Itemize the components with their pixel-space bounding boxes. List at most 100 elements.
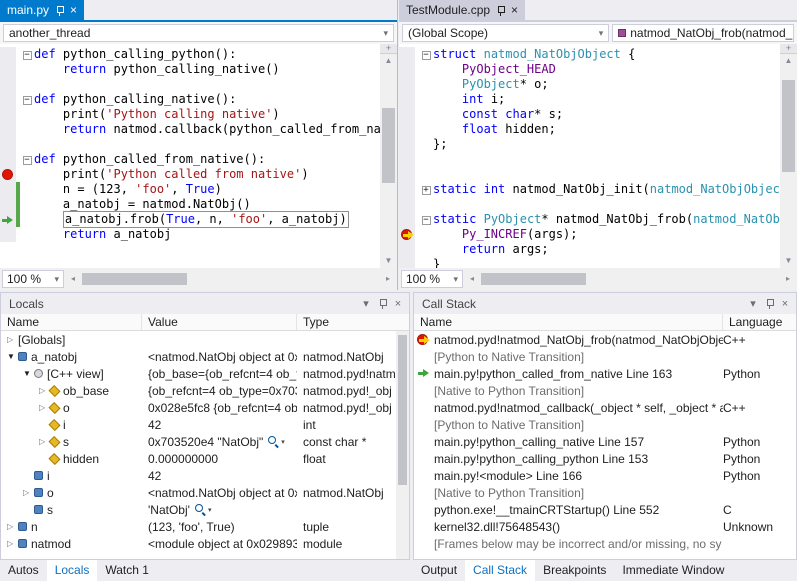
expander-icon[interactable]: ▷ xyxy=(23,488,34,497)
tab-breakpoints[interactable]: Breakpoints xyxy=(535,560,614,581)
horizontal-scrollbar[interactable]: ◂ ▸ xyxy=(465,270,795,288)
code-fold-icon[interactable]: + xyxy=(422,186,431,195)
scrollbar-thumb[interactable] xyxy=(481,273,586,285)
indicator-margin[interactable] xyxy=(399,47,415,62)
expander-icon[interactable]: ▷ xyxy=(7,335,18,344)
locals-panel-titlebar[interactable]: Locals ▾ × xyxy=(1,293,409,314)
locals-row[interactable]: ▷s0x703520e4 "NatObj"▾const char * xyxy=(1,433,409,450)
tab-watch-1[interactable]: Watch 1 xyxy=(97,560,157,581)
callstack-row[interactable]: natmod.pyd!natmod_callback(_object * sel… xyxy=(414,399,796,416)
locals-row[interactable]: ▷o<natmod.NatObj object at 0xnatmod.NatO… xyxy=(1,484,409,501)
scroll-down-icon[interactable]: ▼ xyxy=(780,254,797,268)
tab-autos[interactable]: Autos xyxy=(0,560,47,581)
code-fold-icon[interactable]: − xyxy=(23,51,32,60)
indicator-margin[interactable] xyxy=(0,47,16,62)
scroll-right-icon[interactable]: ▸ xyxy=(381,270,395,288)
scope-dropdown[interactable]: (Global Scope) ▾ xyxy=(402,24,609,42)
callstack-row[interactable]: python.exe!__tmainCRTStartup() Line 552C xyxy=(414,501,796,518)
locals-row[interactable]: ▼[C++ view]{ob_base={ob_refcnt=4 ob_tyna… xyxy=(1,365,409,382)
scroll-left-icon[interactable]: ◂ xyxy=(465,270,479,288)
callstack-row[interactable]: kernel32.dll!75648543()Unknown xyxy=(414,518,796,535)
locals-row[interactable]: ▷o0x028e5fc8 {ob_refcnt=4 ob_natmod.pyd!… xyxy=(1,399,409,416)
callstack-row[interactable]: main.py!<module> Line 166Python xyxy=(414,467,796,484)
indicator-margin[interactable] xyxy=(399,62,415,77)
callstack-row[interactable]: main.py!python_calling_native Line 157Py… xyxy=(414,433,796,450)
callstack-row[interactable]: [Frames below may be incorrect and/or mi… xyxy=(414,535,796,552)
pin-icon[interactable] xyxy=(55,5,64,16)
scrollbar-thumb[interactable] xyxy=(782,80,795,172)
visualizer-dropdown-icon[interactable]: ▾ xyxy=(208,506,212,514)
locals-row[interactable]: ▷natmod<module object at 0x029893fmodule xyxy=(1,535,409,552)
vertical-scrollbar-right[interactable]: + ▲ ▼ xyxy=(780,44,797,268)
indicator-margin[interactable] xyxy=(399,227,415,242)
code-fold-icon[interactable]: − xyxy=(23,96,32,105)
locals-row[interactable]: ▷[Globals] xyxy=(1,331,409,348)
pin-icon[interactable] xyxy=(761,296,777,312)
expander-icon[interactable]: ▼ xyxy=(7,352,18,361)
scroll-right-icon[interactable]: ▸ xyxy=(781,270,795,288)
pin-icon[interactable] xyxy=(374,296,390,312)
pin-icon[interactable] xyxy=(496,5,505,16)
indicator-margin[interactable] xyxy=(0,182,16,197)
close-icon[interactable]: × xyxy=(777,296,793,312)
window-position-icon[interactable]: ▾ xyxy=(745,296,761,312)
callstack-row[interactable]: main.py!python_calling_python Line 153Py… xyxy=(414,450,796,467)
callstack-row[interactable]: [Python to Native Transition] xyxy=(414,416,796,433)
callstack-row[interactable]: [Native to Python Transition] xyxy=(414,382,796,399)
tab-locals[interactable]: Locals xyxy=(47,560,98,581)
scroll-up-icon[interactable]: ▲ xyxy=(780,54,797,68)
expander-icon[interactable]: ▷ xyxy=(7,539,18,548)
indicator-margin[interactable] xyxy=(0,77,16,92)
locals-row[interactable]: i42 xyxy=(1,467,409,484)
indicator-margin[interactable] xyxy=(0,137,16,152)
indicator-margin[interactable] xyxy=(399,212,415,227)
scrollbar-thumb[interactable] xyxy=(382,108,395,183)
tab-main-py[interactable]: main.py × xyxy=(0,0,84,20)
scroll-left-icon[interactable]: ◂ xyxy=(66,270,80,288)
scrollbar-thumb[interactable] xyxy=(82,273,187,285)
code-fold-icon[interactable]: − xyxy=(422,51,431,60)
indicator-margin[interactable] xyxy=(0,107,16,122)
splitter-handle-icon[interactable]: + xyxy=(380,44,397,54)
tab-immediate-window[interactable]: Immediate Window xyxy=(614,560,732,581)
close-icon[interactable]: × xyxy=(70,4,77,16)
indicator-margin[interactable] xyxy=(399,197,415,212)
tab-output[interactable]: Output xyxy=(413,560,465,581)
scrollbar-thumb[interactable] xyxy=(398,335,407,485)
scrollbar-track[interactable] xyxy=(380,68,397,254)
magnifier-icon[interactable] xyxy=(195,504,206,515)
callstack-panel-titlebar[interactable]: Call Stack ▾ × xyxy=(414,293,796,314)
visualizer-dropdown-icon[interactable]: ▾ xyxy=(281,438,285,446)
callstack-row[interactable]: [Python to Native Transition] xyxy=(414,348,796,365)
indicator-margin[interactable] xyxy=(399,122,415,137)
indicator-margin[interactable] xyxy=(0,227,16,242)
vertical-scrollbar-left[interactable]: + ▲ ▼ xyxy=(380,44,397,268)
scroll-down-icon[interactable]: ▼ xyxy=(380,254,397,268)
locals-row[interactable]: s'NatObj'▾ xyxy=(1,501,409,518)
code-editor-testmodule-cpp[interactable]: −struct natmod_NatObjObject { PyObject_H… xyxy=(399,44,780,268)
scroll-up-icon[interactable]: ▲ xyxy=(380,54,397,68)
breakpoint-icon[interactable] xyxy=(2,169,13,180)
indicator-margin[interactable] xyxy=(0,167,16,182)
locals-row[interactable]: ▷ob_base{ob_refcnt=4 ob_type=0x703natmod… xyxy=(1,382,409,399)
close-icon[interactable]: × xyxy=(390,296,406,312)
code-editor-main-py[interactable]: −def python_calling_python(): return pyt… xyxy=(0,44,380,268)
indicator-margin[interactable] xyxy=(399,182,415,197)
indicator-margin[interactable] xyxy=(0,197,16,212)
member-dropdown[interactable]: natmod_NatObj_frob(natmod_ ▾ xyxy=(612,24,794,42)
locals-row[interactable]: ▼a_natobj<natmod.NatObj object at 0xnatm… xyxy=(1,348,409,365)
callstack-row[interactable]: natmod.pyd!natmod_NatObj_frob(natmod_Nat… xyxy=(414,331,796,348)
indicator-margin[interactable] xyxy=(0,212,16,227)
expander-icon[interactable]: ▼ xyxy=(23,369,34,378)
scrollbar-track[interactable] xyxy=(780,68,797,254)
close-icon[interactable]: × xyxy=(511,4,518,16)
indicator-margin[interactable] xyxy=(399,257,415,268)
locals-row[interactable]: i42int xyxy=(1,416,409,433)
indicator-margin[interactable] xyxy=(399,152,415,167)
callstack-row[interactable]: main.py!python_called_from_native Line 1… xyxy=(414,365,796,382)
splitter-handle-icon[interactable]: + xyxy=(780,44,797,54)
locals-row[interactable]: ▷n(123, 'foo', True)tuple xyxy=(1,518,409,535)
indicator-margin[interactable] xyxy=(399,92,415,107)
indicator-margin[interactable] xyxy=(399,77,415,92)
zoom-dropdown[interactable]: 100 % ▾ xyxy=(2,270,64,288)
